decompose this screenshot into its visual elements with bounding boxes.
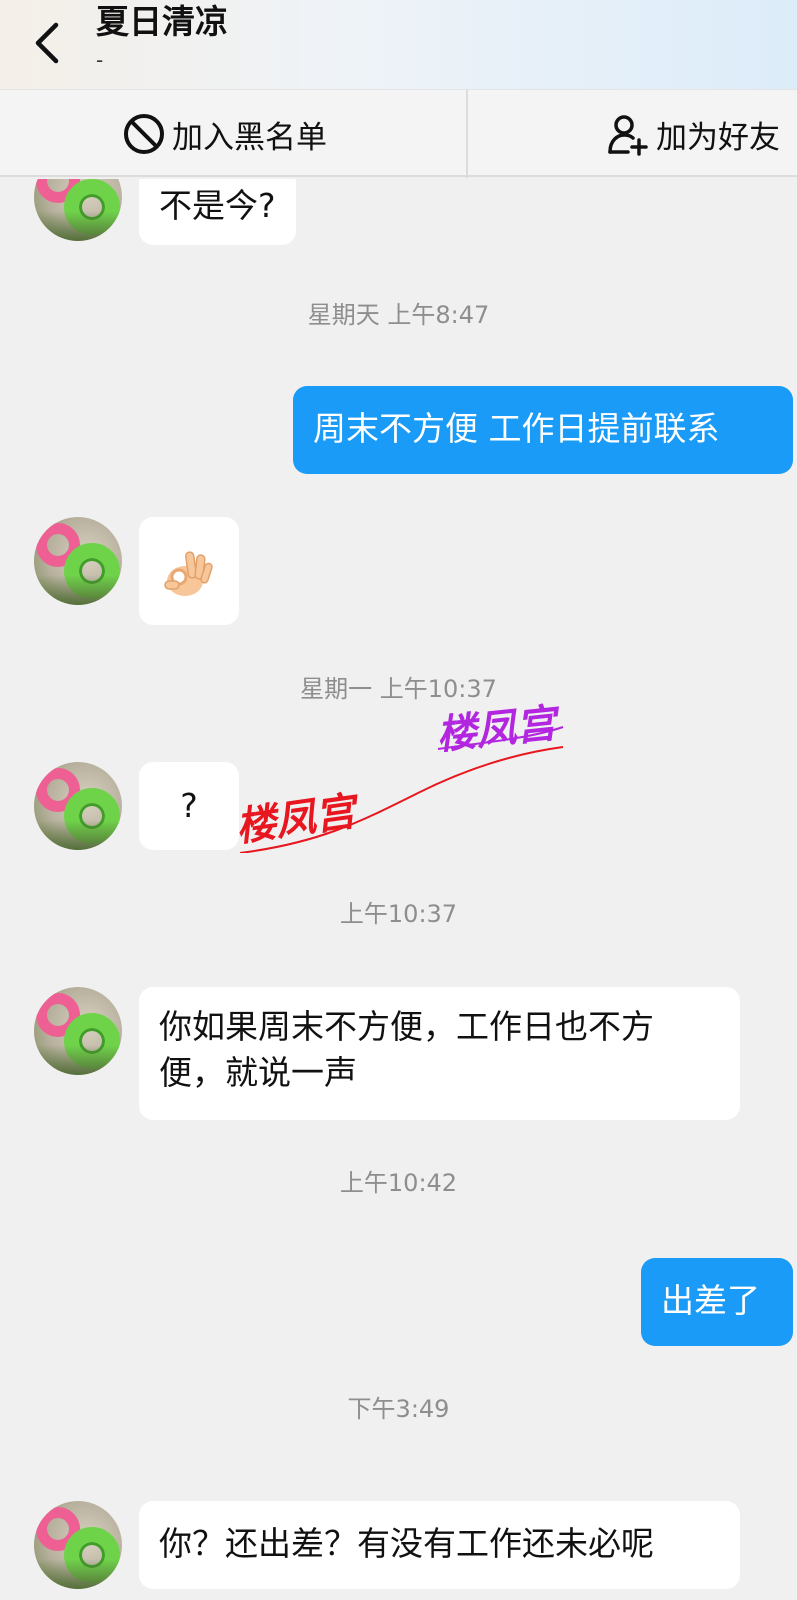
- message-text: 出差了: [661, 1281, 760, 1320]
- user-plus-icon: [608, 115, 648, 156]
- watermark: 楼凤宫 楼凤宫: [238, 703, 564, 853]
- message-bubble[interactable]: 你如果周末不方便，工作日也不方 便，就说一声: [139, 987, 740, 1120]
- timestamp: 上午10:37: [339, 900, 458, 928]
- avatar[interactable]: [34, 1501, 122, 1589]
- watermark-text-red: 楼凤宫: [238, 789, 363, 850]
- add-friend-label: 加为好友: [656, 119, 780, 156]
- ok-hand-emoji: [164, 551, 213, 596]
- message-bubble-outgoing[interactable]: 出差了: [641, 1258, 793, 1346]
- timestamp: 星期天 上午8:47: [307, 301, 490, 329]
- avatar[interactable]: [34, 517, 122, 605]
- chevron-left-icon: [35, 22, 59, 64]
- prohibited-icon: [124, 114, 164, 154]
- message-text: 你？还出差？有没有工作还未必呢: [159, 1524, 654, 1563]
- message-bubble-emoji[interactable]: [139, 517, 239, 625]
- avatar[interactable]: [34, 762, 122, 850]
- divider: [466, 90, 468, 178]
- add-friend-button[interactable]: 加为好友: [606, 90, 780, 178]
- block-label: 加入黑名单: [172, 119, 327, 156]
- message-bubble[interactable]: 不是今?: [139, 179, 296, 245]
- timestamp: 下午3:49: [347, 1395, 450, 1423]
- message-text: ?: [180, 786, 198, 825]
- block-button[interactable]: 加入黑名单: [122, 90, 327, 178]
- message-text: 不是今?: [159, 186, 276, 225]
- message-text: 周末不方便 工作日提前联系: [313, 409, 720, 448]
- message-bubble-outgoing[interactable]: 周末不方便 工作日提前联系: [293, 386, 793, 474]
- message-bubble[interactable]: ?: [139, 762, 239, 850]
- message-text-line: 你如果周末不方便，工作日也不方: [159, 1007, 654, 1046]
- chat-header: 夏日清凉 -: [0, 0, 797, 89]
- back-button[interactable]: [22, 18, 72, 68]
- avatar[interactable]: [34, 987, 122, 1075]
- avatar[interactable]: [34, 179, 122, 241]
- contact-status: -: [96, 48, 104, 72]
- timestamp: 星期一 上午10:37: [300, 675, 497, 703]
- message-text-line: 便，就说一声: [159, 1053, 357, 1092]
- message-bubble[interactable]: 你？还出差？有没有工作还未必呢: [139, 1501, 740, 1589]
- contact-name: 夏日清凉: [96, 2, 228, 41]
- timestamp: 上午10:42: [339, 1169, 458, 1197]
- chat-area[interactable]: 不是今? 星期天 上午8:47 周末不方便 工作日提前联系 星期一 上午10:3…: [0, 179, 797, 1600]
- action-bar: 加入黑名单 加为好友: [0, 89, 797, 178]
